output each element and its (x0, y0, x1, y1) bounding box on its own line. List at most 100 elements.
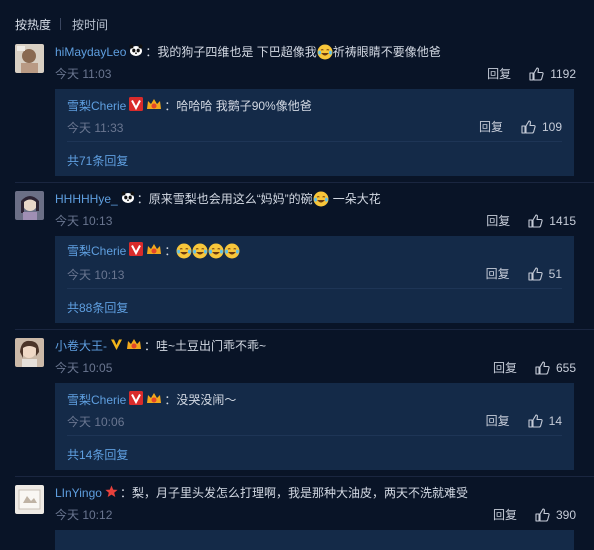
like-count: 1192 (550, 66, 576, 81)
more-replies-link[interactable]: 共14条回复 (67, 446, 128, 463)
comment-text: ：原来雪梨也会用这么“妈妈”的碗 (136, 192, 313, 206)
laugh-cry-emoji (317, 44, 333, 60)
laugh-cry-emoji (208, 243, 224, 259)
avatar[interactable] (15, 44, 44, 73)
comment-actions: 回复 390 (493, 506, 576, 523)
like-button[interactable]: 655 (535, 361, 576, 375)
comment-divider (15, 329, 594, 330)
verified-v-icon (129, 97, 144, 114)
comment-username[interactable]: hiMaydayLeo (55, 45, 126, 59)
comment-text: ：梨，月子里头发怎么打理啊，我是那种大油皮，两天不洗就难受 (119, 486, 468, 500)
thumbs-up-icon (528, 413, 543, 428)
comment-actions: 回复 1192 (487, 65, 576, 82)
comment-line: 小卷大王- ：哇~土豆出门乖不乖~ (55, 337, 266, 354)
member-crown-icon (126, 337, 142, 354)
laugh-cry-emoji (224, 243, 240, 259)
reply-time: 今天 10:13 (67, 268, 125, 282)
reply-box: 雪梨Cherie ：没哭没闹～ 今天 10:06 回复 14 共14条回复 (55, 383, 574, 470)
like-button[interactable]: 390 (535, 508, 576, 522)
sort-tab-hot[interactable]: 按热度 (15, 16, 51, 33)
panda-badge-icon (129, 44, 143, 59)
reply-box (55, 530, 574, 550)
like-button[interactable]: 1415 (528, 214, 576, 228)
verified-v-icon (129, 242, 144, 259)
member-crown-icon (146, 97, 162, 114)
comment-time: 今天 10:12 (55, 508, 113, 522)
panda-badge-icon (121, 191, 135, 206)
reply-text: ：哈哈哈 我鹅子90%像他爸 (164, 99, 312, 113)
reply-line: 雪梨Cherie ：没哭没闹～ (67, 391, 236, 408)
thumbs-up-icon (528, 266, 543, 281)
reply-divider (67, 288, 562, 289)
star-badge-icon (105, 485, 118, 501)
reply-text: ：没哭没闹～ (164, 393, 237, 407)
reply-button[interactable]: 回复 (493, 359, 517, 376)
comment-time: 今天 10:05 (55, 361, 113, 375)
thumbs-up-icon (528, 213, 543, 228)
comment-text-tail: 一朵大花 (332, 192, 381, 206)
reply-text: ： (164, 244, 177, 258)
reply-button[interactable]: 回复 (486, 265, 510, 282)
reply-actions: 回复 14 (486, 412, 562, 429)
laugh-cry-emoji (192, 243, 208, 259)
like-button[interactable]: 1192 (529, 67, 576, 81)
comment-actions: 回复 655 (493, 359, 576, 376)
comment-username[interactable]: LInYingo (55, 486, 102, 500)
like-button[interactable]: 109 (521, 120, 562, 134)
comment-username[interactable]: HHHHHye_ (55, 192, 118, 206)
reply-box: 雪梨Cherie ：哈哈哈 我鹅子90%像他爸 今天 11:33 回复 109 … (55, 89, 574, 176)
reply-divider (67, 435, 562, 436)
comment-line: LInYingo ：梨，月子里头发怎么打理啊，我是那种大油皮，两天不洗就难受 (55, 484, 468, 501)
comment-time: 今天 11:03 (55, 67, 112, 81)
comment-line: hiMaydayLeo ：我的狗子四维也是 下巴超像我 祈祷眼睛不要像他爸 (55, 43, 441, 60)
reply-time: 今天 10:06 (67, 415, 125, 429)
avatar[interactable] (15, 338, 44, 367)
comment-username[interactable]: 小卷大王- (55, 337, 107, 354)
laugh-cry-emoji (176, 243, 192, 259)
like-count: 1415 (549, 213, 576, 228)
reply-button[interactable]: 回复 (487, 65, 511, 82)
thumbs-up-icon (535, 360, 550, 375)
comment-time: 今天 10:13 (55, 214, 113, 228)
avatar[interactable] (15, 191, 44, 220)
verified-v-icon (129, 391, 144, 408)
comment-text: ：我的狗子四维也是 下巴超像我 (145, 45, 317, 59)
reply-box: 雪梨Cherie ： 今天 10:13 回复 51 共88条回复 (55, 236, 574, 323)
comment-text: ：哇~土豆出门乖不乖~ (144, 339, 267, 353)
laugh-cry-emoji (313, 191, 329, 207)
like-button[interactable]: 51 (528, 267, 562, 281)
reply-actions: 回复 109 (479, 118, 562, 135)
verified-v-icon (110, 338, 123, 354)
reply-time: 今天 11:33 (67, 121, 124, 135)
thumbs-up-icon (535, 507, 550, 522)
reply-username[interactable]: 雪梨Cherie (67, 391, 126, 408)
member-crown-icon (146, 242, 162, 259)
like-count: 655 (555, 360, 576, 375)
like-count: 390 (555, 507, 576, 522)
like-button[interactable]: 14 (528, 414, 562, 428)
comment-line: HHHHHye_ ：原来雪梨也会用这么“妈妈”的碗 一朵大花 (55, 190, 381, 207)
reply-button[interactable]: 回复 (479, 118, 503, 135)
sort-divider (60, 18, 62, 30)
more-replies-link[interactable]: 共71条回复 (67, 152, 128, 169)
avatar[interactable] (15, 485, 44, 514)
more-replies-link[interactable]: 共88条回复 (67, 299, 128, 316)
reply-username[interactable]: 雪梨Cherie (67, 97, 126, 114)
reply-username[interactable]: 雪梨Cherie (67, 242, 126, 259)
like-count: 109 (541, 119, 562, 134)
like-count: 51 (548, 266, 562, 281)
like-count: 14 (548, 413, 562, 428)
reply-line: 雪梨Cherie ： (67, 242, 240, 259)
reply-divider (67, 141, 562, 142)
sort-tab-time[interactable]: 按时间 (72, 16, 108, 33)
reply-line: 雪梨Cherie ：哈哈哈 我鹅子90%像他爸 (67, 97, 312, 114)
comment-divider (15, 182, 594, 183)
reply-button[interactable]: 回复 (493, 506, 517, 523)
member-crown-icon (146, 391, 162, 408)
thumbs-up-icon (521, 119, 536, 134)
reply-button[interactable]: 回复 (486, 412, 510, 429)
reply-button[interactable]: 回复 (486, 212, 510, 229)
comment-actions: 回复 1415 (486, 212, 576, 229)
reply-actions: 回复 51 (486, 265, 562, 282)
thumbs-up-icon (529, 66, 544, 81)
